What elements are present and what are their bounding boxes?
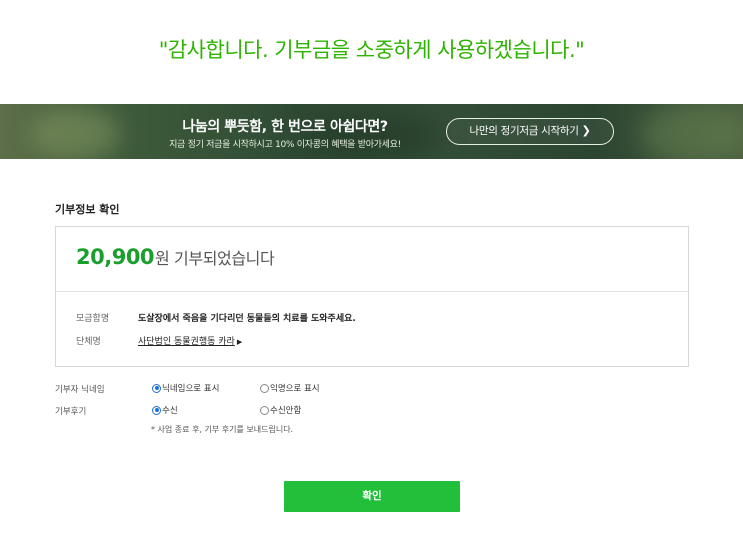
campaign-value: 도살장에서 죽음을 기다리던 동물들의 치료를 도와주세요. <box>138 314 356 324</box>
chevron-right-icon: ❯ <box>581 124 591 137</box>
org-link[interactable]: 사단법인 동물권행동 카라 ▶ <box>138 334 242 347</box>
radio-label: 닉네임으로 표시 <box>162 384 220 394</box>
section-title: 기부정보 확인 <box>55 203 120 216</box>
radio-selected-icon[interactable] <box>152 383 161 393</box>
org-label: 단체명 <box>76 337 101 347</box>
radio-label: 익명으로 표시 <box>270 384 320 394</box>
banner-decoration <box>640 104 743 159</box>
radio-unselected-icon[interactable] <box>260 383 269 393</box>
nickname-label: 기부자 닉네임 <box>55 385 105 395</box>
radio-nickname-anonymous[interactable]: 익명으로 표시 <box>260 382 320 394</box>
start-regular-saving-button[interactable]: 나만의 정기저금 시작하기 ❯ <box>446 118 614 145</box>
radio-label: 수신 <box>162 406 178 416</box>
confirm-button[interactable]: 확인 <box>284 481 460 512</box>
campaign-label: 모금함명 <box>76 314 110 324</box>
radio-review-decline[interactable]: 수신안함 <box>260 404 301 416</box>
org-name[interactable]: 사단법인 동물권행동 카라 <box>138 337 235 347</box>
radio-label: 수신안함 <box>270 406 302 416</box>
radio-selected-icon[interactable] <box>152 405 161 415</box>
arrow-right-icon: ▶ <box>236 338 243 346</box>
review-label: 기부후기 <box>55 407 87 417</box>
start-regular-saving-label: 나만의 정기저금 시작하기 <box>469 125 579 137</box>
banner-subtext: 지금 정기 저금을 시작하시고 10% 이자콩의 혜택을 받아가세요! <box>169 140 401 150</box>
banner-decoration <box>30 109 120 159</box>
thanks-message: "감사합니다. 기부금을 소중하게 사용하겠습니다." <box>158 38 585 62</box>
donation-amount-row: 20,900원 기부되었습니다 <box>76 245 275 269</box>
donation-amount-suffix: 원 기부되었습니다 <box>155 249 275 268</box>
banner-headline: 나눔의 뿌듯함, 한 번으로 아쉽다면? <box>182 119 388 135</box>
divider <box>56 291 688 292</box>
review-note: * 사업 종료 후, 기부 후기를 보내드립니다. <box>151 425 294 434</box>
radio-review-receive[interactable]: 수신 <box>152 404 178 416</box>
radio-nickname-show[interactable]: 닉네임으로 표시 <box>152 382 219 394</box>
donation-info-box: 20,900원 기부되었습니다 모금함명 도살장에서 죽음을 기다리던 동물들의… <box>55 226 689 367</box>
donation-amount: 20,900 <box>76 245 155 269</box>
radio-unselected-icon[interactable] <box>260 405 269 415</box>
promo-banner[interactable]: 나눔의 뿌듯함, 한 번으로 아쉽다면? 지금 정기 저금을 시작하시고 10%… <box>0 104 743 159</box>
